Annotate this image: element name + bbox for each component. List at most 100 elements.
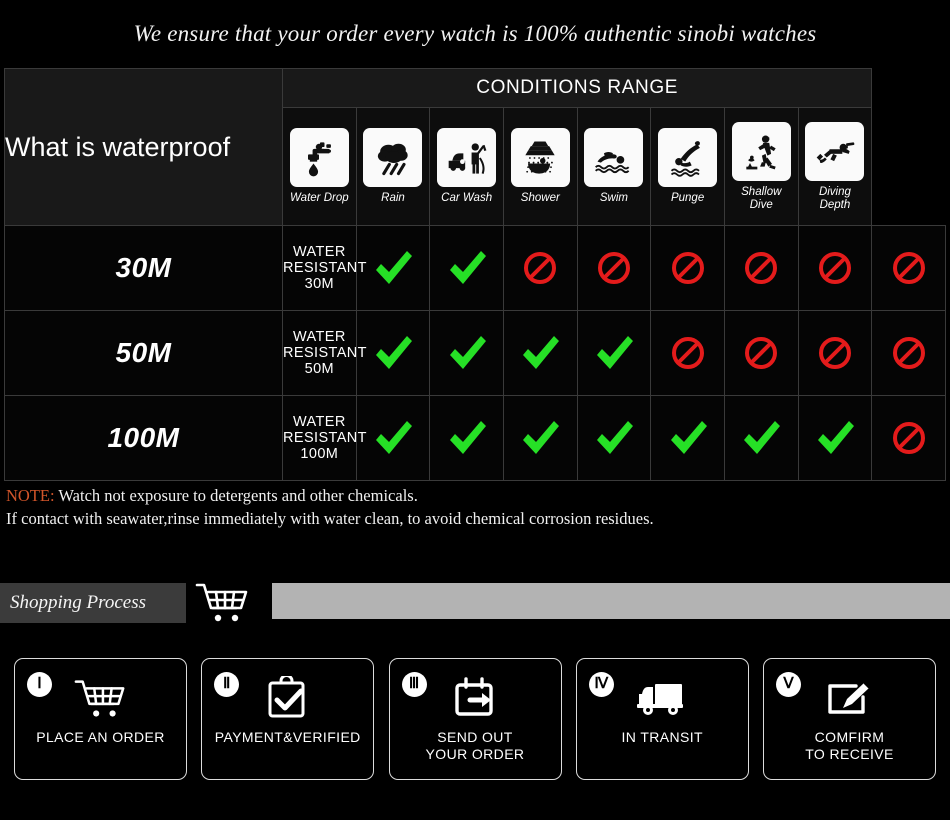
delivery-truck-icon	[635, 673, 689, 725]
diving-depth-icon	[805, 122, 865, 181]
shopping-process-title: Shopping Process	[10, 592, 146, 613]
page-title: What is waterproof	[4, 68, 283, 226]
shopping-process-title-bar: Shopping Process	[0, 583, 186, 623]
table-row: 50M WATER RESISTANT 50M	[4, 310, 946, 396]
mark-cell	[355, 395, 431, 481]
resistance-label: WATER RESISTANT 30M	[282, 225, 367, 311]
condition-cell-water-drop: Water Drop	[282, 107, 357, 226]
step-label: IN TRANSIT	[621, 729, 704, 745]
mark-cell	[871, 310, 946, 396]
depth-label: 30M	[4, 225, 283, 311]
mark-cell	[871, 225, 946, 311]
mark-cell	[355, 225, 431, 311]
mark-cell	[576, 310, 652, 396]
step-place-an-order[interactable]: Ⅰ PLACE AN ORDER	[14, 658, 187, 780]
shopping-cart-icon	[194, 580, 252, 631]
prohibited-icon	[892, 337, 925, 369]
condition-cell-car-wash: Car Wash	[429, 107, 504, 226]
depth-label: 50M	[4, 310, 283, 396]
page-headline: We ensure that your order every watch is…	[133, 21, 817, 46]
mark-cell	[723, 395, 799, 481]
condition-label: Swim	[599, 192, 629, 205]
mark-cell	[576, 395, 652, 481]
mark-cell	[576, 225, 652, 311]
waterproof-infographic: We ensure that your order every watch is…	[0, 0, 950, 820]
resistance-label: WATER RESISTANT 50M	[282, 310, 367, 396]
prohibited-icon	[892, 422, 925, 454]
prohibited-icon	[524, 252, 557, 284]
mark-cell	[650, 395, 725, 481]
car-wash-icon	[437, 128, 497, 188]
edit-pencil-icon	[823, 673, 877, 725]
rain-cloud-icon	[363, 128, 423, 188]
prohibited-icon	[818, 337, 851, 369]
step-numeral: Ⅱ	[214, 672, 240, 697]
shower-icon	[510, 128, 570, 188]
mark-cell	[650, 225, 725, 311]
step-in-transit[interactable]: Ⅳ IN TRANSIT	[575, 658, 749, 780]
step-send-out-your-order[interactable]: Ⅲ SEND OUT YOUR ORDER	[388, 658, 562, 780]
step-numeral: Ⅲ	[401, 672, 427, 697]
prohibited-icon	[597, 252, 630, 284]
mark-cell	[502, 310, 578, 396]
mark-cell	[355, 310, 431, 396]
check-icon	[375, 251, 412, 284]
waterproof-table: What is waterproof CONDITIONS RANGE Wate…	[4, 68, 946, 481]
resistance-label: WATER RESISTANT 100M	[282, 395, 367, 481]
step-payment-verified[interactable]: Ⅱ PAYMENT&VERIFIED	[201, 658, 375, 780]
plunge-dive-icon	[658, 128, 718, 188]
check-icon	[744, 421, 781, 454]
swimmer-icon	[584, 128, 644, 188]
mark-cell	[429, 310, 504, 396]
note-block: NOTE: Watch not exposure to detergents a…	[6, 484, 906, 530]
note-line-2: If contact with seawater,rinse immediate…	[6, 509, 654, 528]
mark-cell	[723, 310, 799, 396]
step-numeral: Ⅰ	[27, 672, 52, 697]
condition-label: Car Wash	[441, 192, 493, 205]
check-icon	[523, 336, 560, 369]
check-icon	[523, 421, 560, 454]
depth-label: 100M	[4, 395, 283, 481]
mark-cell	[797, 310, 873, 396]
condition-cell-diving-depth: Diving Depth	[797, 107, 873, 226]
prohibited-icon	[892, 252, 925, 284]
condition-label: Water Drop	[290, 192, 349, 205]
step-label: COMFIRM TO RECEIVE	[805, 729, 894, 762]
mark-cell	[797, 395, 873, 481]
check-icon	[817, 421, 854, 454]
mark-cell	[871, 395, 946, 481]
mark-cell	[723, 225, 799, 311]
step-confirm-to-receive[interactable]: Ⅴ COMFIRM TO RECEIVE	[763, 658, 936, 780]
shallow-dive-icon	[731, 122, 791, 181]
note-line-1: NOTE: Watch not exposure to detergents a…	[6, 484, 906, 507]
shopping-process-filler-bar	[272, 583, 950, 619]
step-numeral: Ⅳ	[588, 672, 614, 697]
mark-cell	[502, 225, 578, 311]
condition-label: Shower	[520, 192, 560, 205]
check-icon	[375, 336, 412, 369]
table-row: 100M WATER RESISTANT 100M	[4, 395, 946, 481]
table-row: 30M WATER RESISTANT 30M	[4, 225, 946, 311]
condition-label: Punge	[670, 192, 705, 205]
prohibited-icon	[818, 252, 851, 284]
condition-cell-swim: Swim	[576, 107, 652, 226]
condition-label: Rain	[381, 192, 405, 205]
condition-cell-shower: Shower	[502, 107, 578, 226]
conditions-range-title: CONDITIONS RANGE	[281, 68, 873, 108]
check-icon	[596, 336, 633, 369]
prohibited-icon	[671, 252, 704, 284]
check-icon	[670, 421, 707, 454]
condition-cell-rain: Rain	[355, 107, 431, 226]
step-numeral: Ⅴ	[776, 672, 801, 697]
check-icon	[596, 421, 633, 454]
condition-label: Shallow Dive	[741, 186, 782, 211]
check-icon	[449, 336, 486, 369]
condition-cell-punge: Punge	[650, 107, 725, 226]
faucet-drop-icon	[289, 128, 349, 188]
note-tag: NOTE:	[6, 486, 55, 505]
check-icon	[375, 421, 412, 454]
check-icon	[449, 421, 486, 454]
step-label: SEND OUT YOUR ORDER	[425, 729, 525, 762]
condition-label: Diving Depth	[818, 186, 851, 211]
mark-cell	[429, 395, 504, 481]
